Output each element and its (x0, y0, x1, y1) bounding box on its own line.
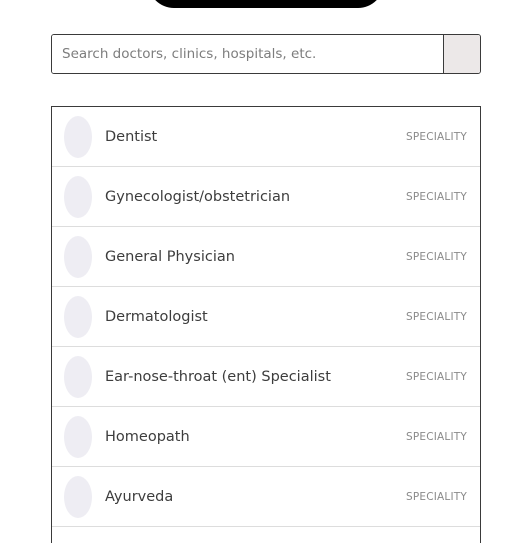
list-item-name: Gynecologist/obstetrician (105, 188, 291, 205)
list-item-name: Dermatologist (105, 308, 208, 325)
top-pill-decoration (148, 0, 384, 8)
search-bar (51, 34, 481, 74)
search-button[interactable] (443, 35, 480, 73)
avatar (64, 355, 92, 398)
speciality-list: Dentist SPECIALITY Gynecologist/obstetri… (51, 106, 481, 543)
avatar (64, 175, 92, 218)
avatar (64, 415, 92, 458)
avatar (64, 475, 92, 518)
list-item[interactable]: Dermatologist SPECIALITY (52, 287, 480, 347)
list-item[interactable]: Gynecologist/obstetrician SPECIALITY (52, 167, 480, 227)
list-item-name: Ayurveda (105, 488, 174, 505)
list-item[interactable]: Homeopath SPECIALITY (52, 407, 480, 467)
avatar (64, 235, 92, 278)
list-item-tag: SPECIALITY (405, 250, 467, 263)
list-item-tag: SPECIALITY (405, 190, 467, 203)
list-item[interactable]: Ear-nose-throat (ent) Specialist SPECIAL… (52, 347, 480, 407)
list-item-tag: SPECIALITY (405, 130, 467, 143)
list-item-tag: SPECIALITY (405, 310, 467, 323)
list-item-name: General Physician (105, 248, 235, 265)
list-item-tag: SPECIALITY (405, 430, 467, 443)
list-item-name: Dentist (105, 128, 158, 145)
list-item-tag: SPECIALITY (405, 370, 467, 383)
avatar (64, 115, 92, 158)
list-item[interactable]: Ayurveda SPECIALITY (52, 467, 480, 527)
list-item-name: Ear-nose-throat (ent) Specialist (105, 368, 331, 385)
list-item[interactable]: Dentist SPECIALITY (52, 107, 480, 167)
list-item-name: Homeopath (105, 428, 190, 445)
avatar (64, 295, 92, 338)
list-item[interactable]: General Physician SPECIALITY (52, 227, 480, 287)
search-input[interactable] (52, 35, 443, 73)
list-item-tag: SPECIALITY (405, 490, 467, 503)
page: Dentist SPECIALITY Gynecologist/obstetri… (0, 0, 528, 543)
